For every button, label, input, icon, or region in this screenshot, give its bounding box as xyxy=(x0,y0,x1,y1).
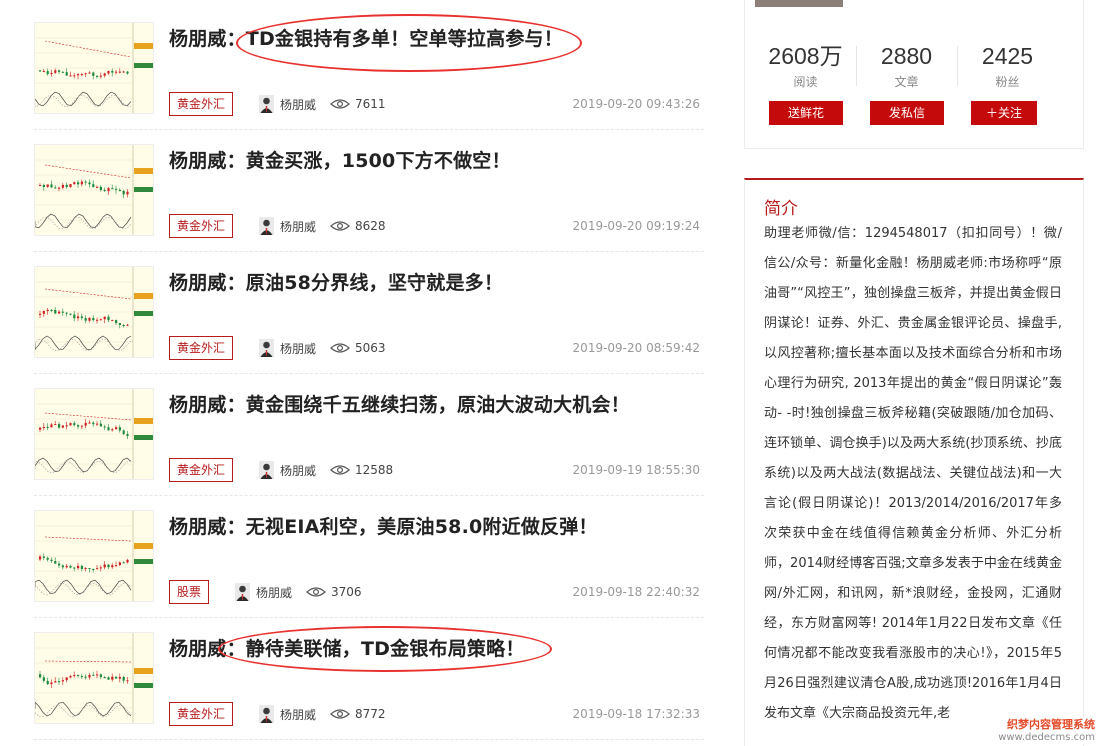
chart-thumbnail[interactable] xyxy=(34,632,154,724)
category-tag[interactable]: 黄金外汇 xyxy=(169,214,234,238)
author-name: 杨朋威 xyxy=(256,585,293,600)
list-item: 杨朋威：静待美联储，TD金银布局策略！ 黄金外汇 杨朋威 8772 2019-0… xyxy=(34,618,704,740)
author[interactable]: 杨朋威 xyxy=(259,214,316,238)
author[interactable]: 杨朋威 xyxy=(259,336,316,360)
view-count: 8628 xyxy=(330,214,386,238)
chart-thumbnail[interactable] xyxy=(34,22,154,114)
article-meta: 黄金外汇 杨朋威 8772 2019-09-18 17:32:33 xyxy=(169,702,704,726)
publish-date: 2019-09-20 09:43:26 xyxy=(572,97,700,111)
category-tag[interactable]: 黄金外汇 xyxy=(169,92,234,116)
author-name: 杨朋威 xyxy=(280,219,317,234)
eye-icon xyxy=(306,586,326,598)
avatar xyxy=(259,461,274,479)
list-item: 杨朋威：黄金买涨，1500下方不做空！ 黄金外汇 杨朋威 8628 2019-0… xyxy=(34,130,704,252)
article-title[interactable]: 杨朋威：静待美联储，TD金银布局策略！ xyxy=(169,634,525,661)
avatar xyxy=(259,339,274,357)
intro-heading: 简介 xyxy=(764,199,798,219)
chart-thumbnail[interactable] xyxy=(34,388,154,480)
article-list: 杨朋威：TD金银持有多单！空单等拉高参与！ 黄金外汇 杨朋威 7611 2019… xyxy=(34,8,704,740)
follow-button[interactable]: ＋关注 xyxy=(971,101,1037,125)
author-name: 杨朋威 xyxy=(280,97,317,112)
publish-date: 2019-09-20 08:59:42 xyxy=(572,341,700,355)
author-photo[interactable] xyxy=(755,0,843,7)
view-count: 8772 xyxy=(330,702,386,726)
author-stats: 2608万 阅读 2880 文章 2425 粉丝 xyxy=(745,42,1083,90)
publish-date: 2019-09-20 09:19:24 xyxy=(572,219,700,233)
stat-reads: 2608万 阅读 xyxy=(755,42,856,90)
author-profile-card: 2608万 阅读 2880 文章 2425 粉丝 送鲜花 发私信 ＋关注 xyxy=(744,0,1084,149)
publish-date: 2019-09-18 22:40:32 xyxy=(572,585,700,599)
author[interactable]: 杨朋威 xyxy=(259,92,316,116)
category-tag[interactable]: 黄金外汇 xyxy=(169,702,234,726)
author[interactable]: 杨朋威 xyxy=(259,458,316,482)
stat-value: 2880 xyxy=(880,43,933,69)
author-name: 杨朋威 xyxy=(280,341,317,356)
view-count: 12588 xyxy=(330,458,393,482)
send-flower-button[interactable]: 送鲜花 xyxy=(769,101,843,125)
stat-fans: 2425 粉丝 xyxy=(957,42,1058,90)
article-meta: 黄金外汇 杨朋威 7611 2019-09-20 09:43:26 xyxy=(169,92,704,116)
article-title[interactable]: 杨朋威：TD金银持有多单！空单等拉高参与！ xyxy=(169,24,563,51)
article-title[interactable]: 杨朋威：黄金买涨，1500下方不做空！ xyxy=(169,146,511,173)
view-count: 5063 xyxy=(330,336,386,360)
view-count-value: 8772 xyxy=(355,707,386,721)
list-item: 杨朋威：TD金银持有多单！空单等拉高参与！ 黄金外汇 杨朋威 7611 2019… xyxy=(34,8,704,130)
stat-value: 2425 xyxy=(981,43,1034,69)
author-name: 杨朋威 xyxy=(280,707,317,722)
eye-icon xyxy=(330,464,350,476)
article-title[interactable]: 杨朋威：黄金围绕千五继续扫荡，原油大波动大机会！ xyxy=(169,390,630,417)
article-meta: 股票 杨朋威 3706 2019-09-18 22:40:32 xyxy=(169,580,704,604)
list-item: 杨朋威：原油58分界线，坚守就是多！ 黄金外汇 杨朋威 5063 2019-09… xyxy=(34,252,704,374)
publish-date: 2019-09-18 17:32:33 xyxy=(572,707,700,721)
avatar xyxy=(259,217,274,235)
author[interactable]: 杨朋威 xyxy=(235,580,292,604)
avatar xyxy=(235,583,250,601)
publish-date: 2019-09-19 18:55:30 xyxy=(572,463,700,477)
site-watermark: 织梦内容管理系统 www.dedecms.com xyxy=(987,718,1095,744)
view-count-value: 12588 xyxy=(355,463,394,477)
category-tag[interactable]: 股票 xyxy=(169,580,210,604)
view-count: 7611 xyxy=(330,92,386,116)
view-count-value: 8628 xyxy=(355,219,386,233)
send-message-button[interactable]: 发私信 xyxy=(870,101,944,125)
category-tag[interactable]: 黄金外汇 xyxy=(169,336,234,360)
list-item: 杨朋威：无视EIA利空，美原油58.0附近做反弹！ 股票 杨朋威 3706 20… xyxy=(34,496,704,618)
stat-articles: 2880 文章 xyxy=(856,42,957,90)
avatar xyxy=(259,95,274,113)
watermark-line1: 织梦内容管理系统 xyxy=(1007,718,1095,731)
author[interactable]: 杨朋威 xyxy=(259,702,316,726)
chart-thumbnail[interactable] xyxy=(34,144,154,236)
article-title[interactable]: 杨朋威：无视EIA利空，美原油58.0附近做反弹！ xyxy=(169,512,598,539)
author-name: 杨朋威 xyxy=(280,463,317,478)
list-item: 杨朋威：黄金围绕千五继续扫荡，原油大波动大机会！ 黄金外汇 杨朋威 12588 … xyxy=(34,374,704,496)
eye-icon xyxy=(330,342,350,354)
eye-icon xyxy=(330,708,350,720)
watermark-line2: www.dedecms.com xyxy=(998,732,1095,743)
chart-thumbnail[interactable] xyxy=(34,510,154,602)
eye-icon xyxy=(330,98,350,110)
stat-label: 阅读 xyxy=(793,75,818,89)
article-meta: 黄金外汇 杨朋威 8628 2019-09-20 09:19:24 xyxy=(169,214,704,238)
author-intro: 简介 助理老师微/信：1294548017（扣扣同号）！微/信公/众号：新量化金… xyxy=(744,178,1084,746)
view-count: 3706 xyxy=(306,580,362,604)
intro-text: 助理老师微/信：1294548017（扣扣同号）！微/信公/众号：新量化金融！杨… xyxy=(764,226,1062,721)
article-meta: 黄金外汇 杨朋威 12588 2019-09-19 18:55:30 xyxy=(169,458,704,482)
view-count-value: 7611 xyxy=(355,97,386,111)
chart-thumbnail[interactable] xyxy=(34,266,154,358)
stat-value: 2608万 xyxy=(768,43,843,69)
avatar xyxy=(259,705,274,723)
article-meta: 黄金外汇 杨朋威 5063 2019-09-20 08:59:42 xyxy=(169,336,704,360)
view-count-value: 5063 xyxy=(355,341,386,355)
stat-label: 粉丝 xyxy=(995,75,1020,89)
category-tag[interactable]: 黄金外汇 xyxy=(169,458,234,482)
view-count-value: 3706 xyxy=(331,585,362,599)
article-title[interactable]: 杨朋威：原油58分界线，坚守就是多！ xyxy=(169,268,503,295)
stat-label: 文章 xyxy=(894,75,919,89)
eye-icon xyxy=(330,220,350,232)
